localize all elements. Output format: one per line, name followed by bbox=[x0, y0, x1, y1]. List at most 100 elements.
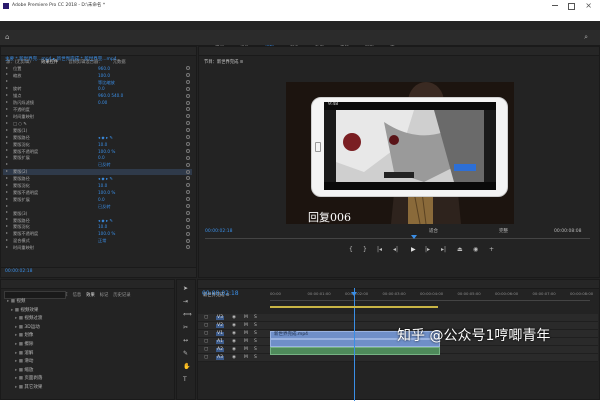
disclosure-triangle-icon[interactable] bbox=[6, 149, 8, 152]
effect-property-value[interactable]: 0.0 bbox=[98, 86, 105, 91]
audio-clip-a1[interactable] bbox=[270, 347, 440, 355]
effect-property-row[interactable]: 蒙版扩展 0.0 bbox=[3, 155, 192, 161]
disclosure-triangle-icon[interactable] bbox=[6, 101, 8, 103]
reset-keyframe-icon[interactable] bbox=[186, 197, 190, 202]
reset-keyframe-icon[interactable] bbox=[186, 245, 190, 250]
disclosure-triangle-icon[interactable] bbox=[6, 128, 8, 131]
track-mute-icon[interactable]: M bbox=[244, 331, 248, 337]
reset-keyframe-icon[interactable] bbox=[186, 210, 190, 215]
disclosure-triangle-icon[interactable] bbox=[6, 73, 8, 76]
track-mute-icon[interactable]: M bbox=[244, 339, 248, 345]
effect-property-row[interactable]: 蒙版路径 ◂ ◆ ▸ ✎ bbox=[3, 217, 192, 223]
reset-keyframe-icon[interactable] bbox=[186, 238, 190, 243]
reset-keyframe-icon[interactable] bbox=[186, 107, 190, 112]
effect-property-row[interactable]: 防闪烁滤镜 0.00 bbox=[3, 100, 192, 106]
reset-keyframe-icon[interactable] bbox=[186, 66, 190, 70]
effects-tree-item[interactable]: ▸ ■ 页面剥落 bbox=[15, 377, 42, 382]
effect-property-value[interactable]: 正常 bbox=[98, 238, 106, 244]
reset-keyframe-icon[interactable] bbox=[186, 148, 190, 153]
effects-panel-tab-4[interactable]: 效果 bbox=[86, 293, 95, 298]
reset-keyframe-icon[interactable] bbox=[186, 141, 190, 146]
effects-tree-item[interactable]: ▸ ■ 划像 bbox=[15, 334, 33, 339]
disclosure-triangle-icon[interactable] bbox=[6, 218, 8, 221]
effect-property-value[interactable]: 100.0 % bbox=[98, 190, 115, 195]
effects-panel-tab-3[interactable]: 信息 bbox=[73, 293, 82, 298]
reset-keyframe-icon[interactable] bbox=[186, 162, 190, 167]
effect-property-row[interactable]: 蒙版(1) bbox=[3, 127, 192, 133]
mark-in-icon[interactable]: { bbox=[349, 247, 353, 253]
button-editor-icon[interactable]: + bbox=[489, 247, 494, 253]
effect-property-row[interactable]: 已反转 bbox=[3, 162, 192, 168]
reset-keyframe-icon[interactable] bbox=[186, 114, 190, 119]
effect-property-value[interactable]: 960.0 540.0 bbox=[98, 93, 123, 98]
monitor-playhead[interactable] bbox=[411, 235, 417, 239]
disclosure-triangle-icon[interactable] bbox=[6, 225, 8, 228]
disclosure-triangle-icon[interactable] bbox=[6, 239, 8, 241]
effect-property-row[interactable]: 缩放 100.0 bbox=[3, 72, 192, 78]
effect-property-row[interactable]: 已反转 bbox=[3, 203, 192, 209]
effect-property-row[interactable]: 蒙版路径 ◂ ◆ ▸ ✎ bbox=[3, 134, 192, 140]
track-visibility-icon[interactable]: ◉ bbox=[232, 331, 236, 337]
hand-tool-icon[interactable]: ✋ bbox=[183, 363, 190, 370]
disclosure-triangle-icon[interactable] bbox=[6, 107, 8, 110]
slip-tool-icon[interactable]: ↔ bbox=[183, 337, 188, 344]
effect-property-value[interactable]: 10.0 bbox=[98, 224, 107, 229]
effect-property-value[interactable]: 0.00 bbox=[98, 100, 107, 105]
effects-panel-tab-5[interactable]: 标记 bbox=[100, 293, 109, 298]
disclosure-triangle-icon[interactable] bbox=[6, 232, 8, 235]
track-label[interactable]: A1 bbox=[216, 339, 224, 344]
track-select-icon[interactable]: ⇥ bbox=[183, 298, 188, 305]
effects-tree-item[interactable]: ▸ ■ 擦除 bbox=[15, 342, 33, 348]
effect-property-value[interactable]: 960.0 bbox=[98, 66, 110, 71]
disclosure-triangle-icon[interactable] bbox=[6, 114, 8, 117]
track-solo-icon[interactable]: S bbox=[254, 355, 257, 361]
selection-tool-icon[interactable]: ➤ bbox=[183, 285, 188, 292]
reset-keyframe-icon[interactable] bbox=[186, 135, 190, 139]
effects-tree-item[interactable]: ▸ ■ 视频 bbox=[7, 299, 25, 305]
type-tool-icon[interactable]: T bbox=[183, 376, 187, 383]
reset-keyframe-icon[interactable] bbox=[186, 93, 190, 98]
effect-controls-timecode[interactable]: 00:00:02:18 bbox=[5, 269, 32, 275]
reset-keyframe-icon[interactable] bbox=[186, 121, 190, 126]
effects-tree-item[interactable]: ▸ ■ 其它效果 bbox=[15, 385, 42, 391]
reset-keyframe-icon[interactable] bbox=[186, 204, 190, 208]
track-lock-icon[interactable]: ▢ bbox=[204, 355, 208, 361]
track-lock-icon[interactable]: ▢ bbox=[204, 339, 208, 345]
timeline-ruler[interactable]: 00:00 00:00:01:00 00:00:02:00 00:00:03:00 00… bbox=[270, 291, 593, 299]
effect-property-value[interactable]: ◂ ◆ ▸ ✎ bbox=[98, 218, 113, 223]
track-solo-icon[interactable]: S bbox=[254, 339, 257, 345]
quality-select[interactable]: 完整 bbox=[499, 229, 508, 235]
disclosure-triangle-icon[interactable] bbox=[6, 170, 8, 172]
effect-property-row[interactable]: 混合模式 正常 bbox=[3, 238, 192, 244]
track-lock-icon[interactable]: ▢ bbox=[204, 323, 208, 329]
track-solo-icon[interactable]: S bbox=[254, 347, 257, 353]
effect-property-row[interactable]: 蒙版不透明度 100.0 % bbox=[3, 231, 192, 237]
effects-tree-item[interactable]: ▸ ■ 3D运动 bbox=[15, 325, 40, 331]
monitor-scrubber[interactable] bbox=[205, 238, 590, 239]
disclosure-triangle-icon[interactable] bbox=[6, 197, 8, 200]
effect-property-value[interactable]: 10.0 bbox=[98, 183, 107, 188]
disclosure-triangle-icon[interactable] bbox=[6, 176, 8, 179]
effect-property-value[interactable]: 0.0 bbox=[98, 197, 105, 202]
timeline-timecode[interactable]: 00:00:02:18 bbox=[202, 290, 239, 297]
pen-tool-icon[interactable]: ✎ bbox=[183, 350, 188, 357]
effects-search-input[interactable] bbox=[4, 291, 66, 299]
reset-keyframe-icon[interactable] bbox=[186, 86, 190, 91]
effect-property-row[interactable]: 蒙版羽化 10.0 bbox=[3, 224, 192, 230]
disclosure-triangle-icon[interactable] bbox=[6, 190, 8, 193]
disclosure-triangle-icon[interactable] bbox=[6, 87, 8, 90]
disclosure-triangle-icon[interactable] bbox=[6, 80, 8, 83]
close-icon[interactable]: × bbox=[585, 1, 592, 10]
reset-keyframe-icon[interactable] bbox=[186, 183, 190, 188]
effect-property-row[interactable]: 蒙版羽化 10.0 bbox=[3, 141, 192, 147]
reset-keyframe-icon[interactable] bbox=[186, 217, 190, 222]
lift-icon[interactable]: ⏏ bbox=[457, 247, 463, 253]
play-icon[interactable]: ▶ bbox=[411, 247, 416, 253]
disclosure-triangle-icon[interactable] bbox=[6, 94, 8, 97]
reset-keyframe-icon[interactable] bbox=[186, 155, 190, 160]
effect-property-value[interactable]: ◂ ◆ ▸ ✎ bbox=[98, 176, 113, 181]
program-timecode[interactable]: 00:00:02:18 bbox=[205, 229, 232, 235]
zoom-select[interactable]: 适合 bbox=[429, 229, 438, 235]
razor-icon[interactable]: ✂ bbox=[183, 324, 188, 331]
effect-property-row[interactable]: 时间重映射 bbox=[3, 113, 192, 119]
